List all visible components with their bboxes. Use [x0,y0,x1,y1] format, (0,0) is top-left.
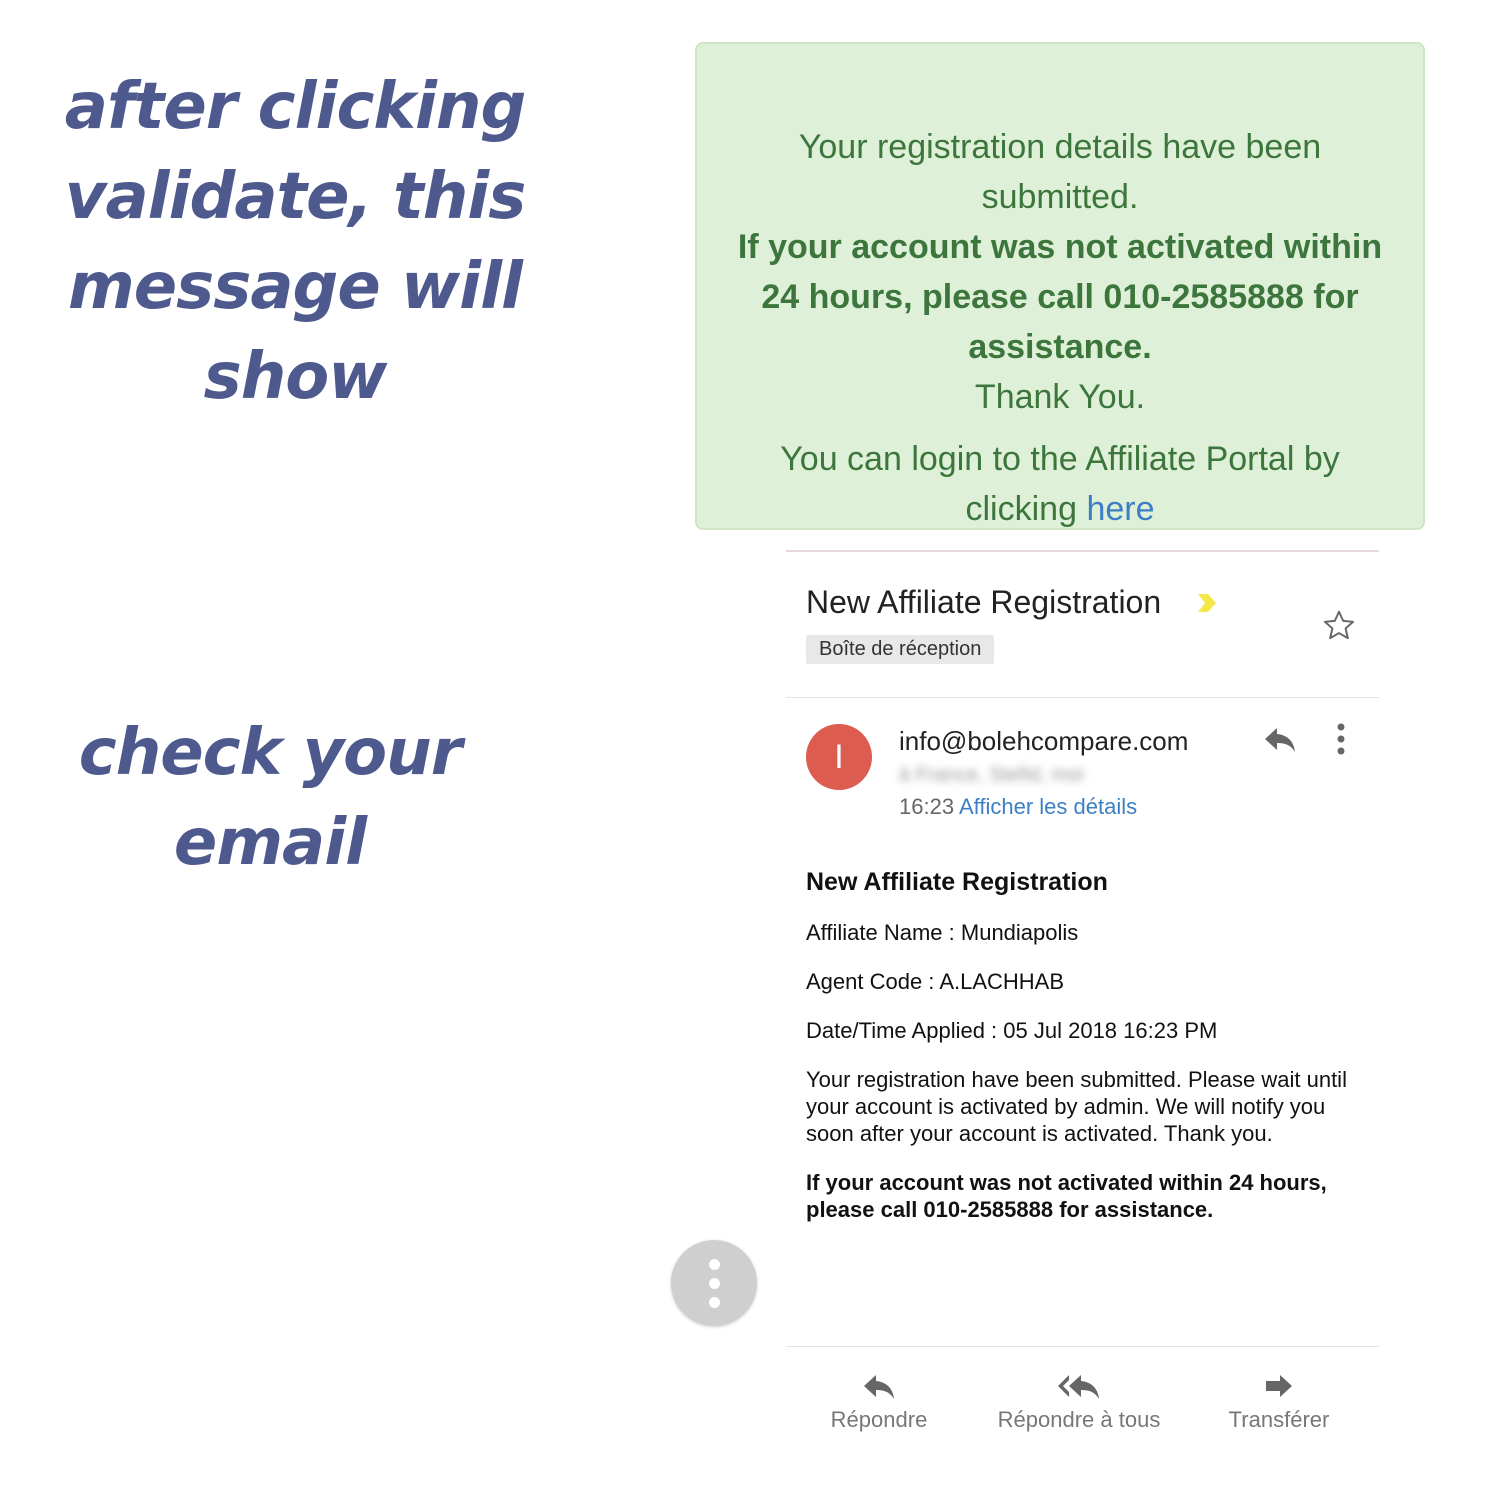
avatar: I [806,724,872,790]
email-actions-bar: Répondre Répondre à tous Transférer [786,1346,1379,1457]
alert-activation-note: If your account was not activated within… [737,228,1383,366]
reply-label: Répondre [830,1407,928,1432]
email-time: 16:23 [899,794,955,819]
time-line: 16:23 Afficher les détails [899,794,1137,820]
email-body: New Affiliate Registration Affiliate Nam… [786,868,1379,1223]
label-arrow-icon [1196,592,1218,614]
reply-all-icon [1058,1375,1099,1399]
email-activation-note: If your account was not activated within… [806,1170,1327,1222]
fab-dot [709,1278,720,1289]
fab-dot [709,1259,720,1270]
email-view: New Affiliate Registration Boîte de réce… [786,550,1379,1245]
reply-all-button[interactable]: Répondre à tous [984,1373,1174,1433]
affiliate-portal-link[interactable]: here [1086,490,1154,528]
affiliate-name: Affiliate Name : Mundiapolis [806,920,1079,945]
forward-icon [1266,1375,1292,1397]
alert-login-text: You can login to the Affiliate Portal by… [737,434,1383,534]
reply-icon [864,1375,894,1399]
date-applied: Date/Time Applied : 05 Jul 2018 16:23 PM [806,1018,1218,1043]
sender-address: info@bolehcompare.com [899,726,1189,756]
forward-button[interactable]: Transférer [1214,1373,1344,1433]
more-options-fab[interactable] [671,1240,757,1326]
show-details-link[interactable]: Afficher les détails [959,794,1137,819]
email-subject-header: New Affiliate Registration Boîte de réce… [786,552,1379,698]
alert-login-prefix: You can login to the Affiliate Portal by… [780,440,1340,528]
inbox-label-badge[interactable]: Boîte de réception [806,635,995,664]
email-message: Your registration have been submitted. P… [806,1067,1347,1146]
agent-code: Agent Code : A.LACHHAB [806,969,1065,994]
fab-dot [709,1297,720,1308]
reply-button[interactable]: Répondre [814,1373,944,1433]
reply-all-label: Répondre à tous [997,1407,1161,1432]
caption-top: after clicking validate, this message wi… [64,70,527,414]
caption-bottom: check your email [78,716,463,880]
reply-icon[interactable] [1263,726,1297,754]
alert-submitted-text: Your registration details have been subm… [798,128,1322,216]
forward-label: Transférer [1228,1407,1330,1432]
email-body-heading: New Affiliate Registration [806,868,1108,896]
email-sender-row: I info@bolehcompare.com à France, Stefid… [786,698,1379,868]
alert-thank-you: Thank You. [974,378,1146,416]
registration-success-alert: Your registration details have been subm… [695,42,1425,530]
more-vert-icon[interactable] [1335,722,1347,756]
star-icon[interactable] [1321,608,1357,644]
email-subject: New Affiliate Registration [806,584,1162,620]
recipients-line: à France, Stefid, moi [899,764,1084,786]
